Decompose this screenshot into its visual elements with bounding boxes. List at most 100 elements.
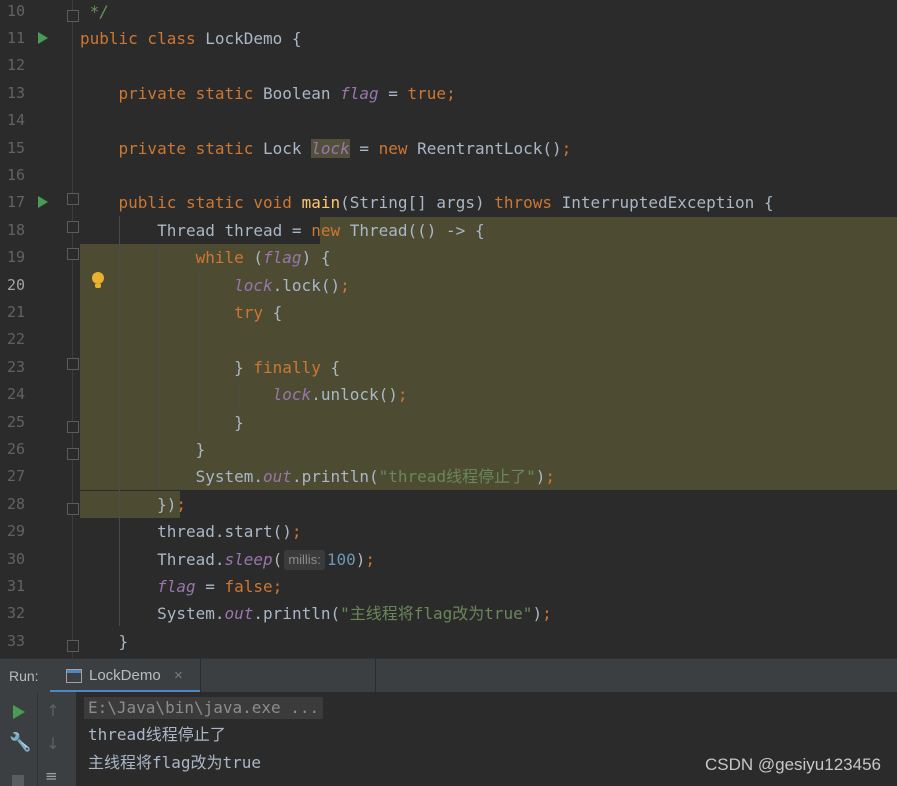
- gutter-line: 30: [0, 546, 60, 573]
- code-line: thread.start();: [80, 522, 302, 542]
- gutter-line: 20: [0, 272, 60, 299]
- run-gutter-icon[interactable]: [38, 32, 48, 44]
- gutter-line: 32: [0, 600, 60, 627]
- fold-marker-icon[interactable]: [67, 357, 79, 370]
- stop-icon[interactable]: [12, 775, 24, 786]
- gutter-line: 33: [0, 628, 79, 655]
- line-number: 31: [7, 577, 26, 595]
- soft-wrap-icon[interactable]: ≡: [45, 766, 63, 786]
- code-line: public static void main(String[] args) t…: [118, 193, 774, 213]
- divider: [375, 659, 376, 693]
- gutter-line: 26: [0, 436, 79, 463]
- close-icon[interactable]: ×: [174, 659, 183, 693]
- fold-marker-icon[interactable]: [67, 420, 79, 433]
- gutter-line: 29: [0, 518, 60, 545]
- code-line: lock.lock();: [234, 275, 350, 295]
- rerun-icon[interactable]: [13, 705, 25, 719]
- code-line: Thread.sleep(millis: 100);: [80, 549, 375, 571]
- fold-guide: [72, 0, 73, 658]
- intention-bulb-icon[interactable]: [91, 272, 105, 290]
- run-toolwindow-header: Run: LockDemo ×: [0, 658, 897, 693]
- fold-marker-icon[interactable]: [67, 9, 79, 22]
- code-line: }: [80, 412, 244, 432]
- line-number: 21: [7, 303, 26, 321]
- code-line: flag = false;: [157, 577, 283, 596]
- arrow-up-icon[interactable]: ↑: [46, 701, 60, 721]
- gutter-line: 13: [0, 80, 60, 107]
- fold-marker-icon[interactable]: [67, 502, 79, 515]
- line-number: 26: [7, 440, 26, 458]
- gutter-line: 17: [0, 189, 79, 216]
- code-line: System.out.println("主线程将flag改为true");: [80, 604, 552, 624]
- code-line: Thread thread = new Thread(() -> {: [80, 220, 485, 240]
- gutter-line: 19: [0, 244, 79, 271]
- line-number: 19: [7, 248, 26, 267]
- divider: [37, 692, 38, 786]
- line-number: 28: [7, 494, 26, 513]
- arrow-down-icon[interactable]: ↓: [46, 734, 60, 754]
- code-line: } finally {: [80, 357, 341, 377]
- code-line: lock.unlock();: [272, 385, 408, 405]
- code-line: }: [80, 440, 206, 459]
- fold-marker-icon[interactable]: [67, 639, 79, 652]
- gutter-line: 18: [0, 217, 79, 244]
- line-number: 25: [7, 412, 26, 431]
- code-line: private static Boolean flag = true;: [118, 83, 456, 103]
- code-line: */: [80, 1, 109, 21]
- code-editor[interactable]: 10 */ 11 public class LockDemo { 12 13 priva…: [0, 0, 897, 658]
- fold-marker-icon[interactable]: [67, 248, 79, 261]
- gutter-line: 16: [0, 162, 60, 189]
- line-number: 16: [7, 166, 26, 184]
- fold-marker-icon[interactable]: [67, 193, 79, 206]
- gutter-line: 11: [0, 25, 60, 52]
- tab-lockdemo[interactable]: LockDemo ×: [50, 659, 200, 693]
- gutter-line: 23: [0, 354, 79, 381]
- gutter-line: 28: [0, 491, 79, 518]
- line-number: 13: [7, 83, 26, 102]
- code-line: public class LockDemo {: [80, 29, 302, 48]
- gutter-line: 14: [0, 107, 60, 134]
- line-number: 14: [7, 111, 26, 130]
- line-number: 15: [7, 138, 26, 157]
- gutter-line: 10: [0, 0, 79, 25]
- console-line: thread线程停止了: [88, 725, 226, 744]
- gutter-line: 31: [0, 573, 60, 600]
- line-number: 33: [7, 631, 26, 650]
- line-number: 22: [7, 330, 26, 349]
- console-command: E:\Java\bin\java.exe ...: [84, 697, 324, 719]
- code-line: });: [80, 494, 186, 514]
- line-number: 29: [7, 522, 26, 541]
- gutter-line: 22: [0, 326, 60, 353]
- line-number: 12: [7, 56, 26, 75]
- fold-marker-icon[interactable]: [67, 448, 79, 460]
- run-label: Run:: [9, 668, 39, 684]
- code-line: System.out.println("thread线程停止了");: [80, 467, 555, 487]
- code-line: }: [80, 631, 129, 651]
- line-number: 30: [7, 549, 26, 568]
- line-number: 32: [7, 604, 26, 623]
- line-number: 27: [7, 467, 26, 486]
- wrench-icon[interactable]: 🔧: [9, 733, 31, 753]
- gutter-line: 15: [0, 135, 60, 162]
- gutter-line: 25: [0, 409, 79, 436]
- console-icon: [66, 669, 82, 683]
- line-number: 11: [7, 29, 26, 47]
- gutter-line: 21: [0, 299, 60, 326]
- console-line: 主线程将flag改为true: [88, 753, 262, 772]
- code-line: try {: [234, 303, 283, 322]
- fold-marker-icon[interactable]: [67, 220, 79, 233]
- line-number: 18: [7, 220, 26, 239]
- watermark: CSDN @gesiyu123456: [704, 755, 881, 774]
- run-gutter-icon[interactable]: [38, 196, 48, 209]
- gutter-line: 12: [0, 52, 60, 79]
- divider: [200, 659, 201, 693]
- line-number: 17: [7, 193, 26, 212]
- line-number: 23: [7, 357, 26, 376]
- gutter-line: 27: [0, 463, 60, 490]
- tab-label: LockDemo: [89, 667, 161, 684]
- line-number: 20: [7, 275, 26, 294]
- gutter-line: 24: [0, 381, 60, 408]
- line-number: 24: [7, 385, 26, 404]
- code-line: while (flag) {: [195, 248, 331, 268]
- code-line: private static Lock lock = new Reentrant…: [118, 138, 572, 158]
